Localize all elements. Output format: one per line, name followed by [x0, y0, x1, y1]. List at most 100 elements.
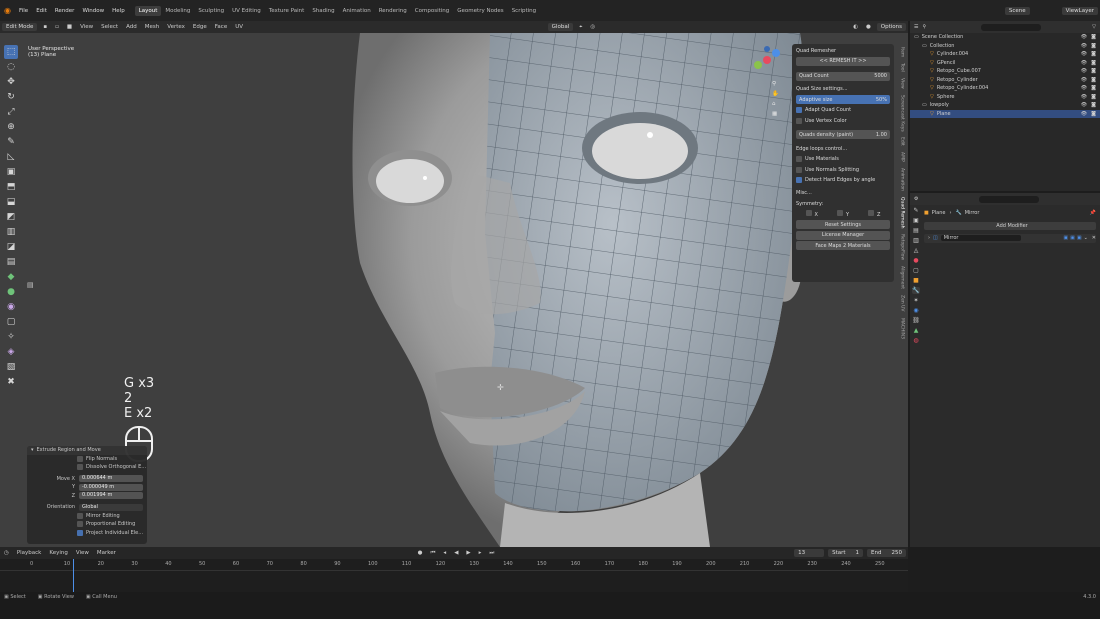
- workspace-tab-geometry-nodes[interactable]: Geometry Nodes: [453, 6, 507, 16]
- modifier-header[interactable]: › ◫ Mirror ▣ ▣ ▣ ⌄ ✕: [924, 234, 1096, 243]
- shear-tool-icon[interactable]: ✧: [4, 330, 18, 344]
- funnel-icon[interactable]: ▽: [1092, 24, 1096, 30]
- workspace-tab-modeling[interactable]: Modeling: [161, 6, 194, 16]
- edge-slide-tool-icon[interactable]: ◉: [4, 300, 18, 314]
- next-key-icon[interactable]: ▸: [475, 550, 486, 556]
- modifier-props-icon[interactable]: 🔧: [912, 287, 920, 294]
- use-normals-checkbox[interactable]: [796, 166, 802, 173]
- particles-props-icon[interactable]: ✶: [913, 297, 918, 304]
- adapt-quad-count-checkbox[interactable]: [796, 107, 802, 113]
- jump-end-icon[interactable]: ⏭: [485, 550, 498, 557]
- sidebar-tab-screencast-keys[interactable]: Screencast Keys: [900, 95, 905, 132]
- render-camera-icon[interactable]: ◙: [1091, 34, 1096, 40]
- move-x-field[interactable]: 0.000644 m: [79, 475, 143, 483]
- tool-props-icon[interactable]: ✎: [913, 207, 918, 214]
- render-camera-icon[interactable]: ◙: [1091, 68, 1096, 74]
- sidebar-tab-machin3[interactable]: MACHIN3: [900, 318, 905, 339]
- inset-tool-icon[interactable]: ⬓: [4, 195, 18, 209]
- end-frame-field[interactable]: End 250: [867, 549, 906, 557]
- physics-props-icon[interactable]: ◉: [913, 307, 918, 314]
- menu-render[interactable]: Render: [51, 8, 79, 14]
- move-tool-icon[interactable]: ✥: [4, 75, 18, 89]
- object-props-icon[interactable]: ■: [913, 277, 919, 284]
- visibility-eye-icon[interactable]: 👁: [1081, 111, 1087, 117]
- menu-file[interactable]: File: [15, 8, 32, 14]
- sidebar-tab-retopoflow[interactable]: RetopoFlow: [900, 234, 905, 260]
- outliner-row[interactable]: ▽ Retopo_Cube.007 👁 ◙: [910, 67, 1100, 76]
- outliner-editor-icon[interactable]: ☰: [914, 24, 918, 30]
- symmetry-y-checkbox[interactable]: [836, 210, 843, 216]
- blender-logo-icon[interactable]: ◉: [0, 6, 15, 15]
- grab-tool-icon[interactable]: ✖: [4, 375, 18, 389]
- camera-icon[interactable]: ⌂: [772, 101, 779, 107]
- edge-select-icon[interactable]: ▫: [51, 24, 63, 30]
- license-manager-button[interactable]: License Manager: [796, 230, 890, 240]
- constraints-props-icon[interactable]: ⛓: [912, 317, 920, 324]
- menu-help[interactable]: Help: [108, 8, 129, 14]
- sidebar-tab-quad-remesh[interactable]: Quad Remesh: [900, 197, 905, 228]
- flip-normals-checkbox[interactable]: [77, 455, 83, 462]
- output-props-icon[interactable]: ▤: [913, 227, 919, 234]
- render-camera-icon[interactable]: ◙: [1091, 60, 1096, 66]
- view-layer-icon[interactable]: ▥: [913, 237, 919, 244]
- header-menu-uv[interactable]: UV: [231, 24, 247, 30]
- ruler-tool-icon[interactable]: ▧: [4, 360, 18, 374]
- workspace-tab-uv-editing[interactable]: UV Editing: [228, 6, 265, 16]
- outliner-row[interactable]: ▽ Plane 👁 ◙: [910, 109, 1100, 118]
- start-frame-field[interactable]: Start 1: [828, 549, 864, 557]
- use-materials-checkbox[interactable]: [796, 156, 802, 162]
- pan-hand-icon[interactable]: ✋: [772, 91, 779, 97]
- shading-solid-icon[interactable]: ●: [862, 24, 875, 30]
- cursor-tool-icon[interactable]: ◌: [4, 60, 18, 74]
- overlays-icon[interactable]: ◐: [849, 24, 862, 30]
- properties-editor-icon[interactable]: ⚙: [914, 196, 918, 202]
- smooth-tool-icon[interactable]: ●: [4, 285, 18, 299]
- marker-menu[interactable]: Marker: [93, 550, 120, 556]
- knife-tool-icon[interactable]: ◪: [4, 240, 18, 254]
- material-props-icon[interactable]: ◍: [913, 337, 918, 344]
- extrude-tool-icon[interactable]: ⬒: [4, 180, 18, 194]
- header-menu-vertex[interactable]: Vertex: [163, 24, 189, 30]
- filter-icon[interactable]: ⚲: [922, 24, 926, 30]
- viewlayer-selector[interactable]: ViewLayer: [1061, 6, 1098, 15]
- dissolve-checkbox[interactable]: [77, 464, 83, 471]
- adaptive-size-slider[interactable]: Adaptive size 50%: [796, 95, 890, 104]
- proportional-checkbox[interactable]: [77, 521, 83, 528]
- menu-edit[interactable]: Edit: [32, 8, 51, 14]
- header-menu-view[interactable]: View: [76, 24, 97, 30]
- viewport-toggle-icon[interactable]: ▣: [1070, 235, 1075, 241]
- properties-search-input[interactable]: [979, 195, 1040, 203]
- prev-key-icon[interactable]: ◂: [439, 550, 450, 556]
- toolbar-toggle-icon[interactable]: ▤: [27, 281, 34, 289]
- expand-icon[interactable]: ›: [928, 235, 930, 241]
- visibility-eye-icon[interactable]: 👁: [1081, 102, 1087, 108]
- outliner-row[interactable]: ▽ Retopo_Cylinder.004 👁 ◙: [910, 84, 1100, 93]
- project-checkbox[interactable]: [77, 529, 83, 536]
- orientation-selector[interactable]: Global: [547, 23, 574, 31]
- face-maps-button[interactable]: Face Maps 2 Materials: [796, 241, 890, 250]
- render-props-icon[interactable]: ▣: [913, 217, 919, 224]
- header-menu-mesh[interactable]: Mesh: [141, 24, 163, 30]
- workspace-tab-rendering[interactable]: Rendering: [375, 6, 411, 16]
- transform-tool-icon[interactable]: ⊕: [4, 120, 18, 134]
- playhead[interactable]: [73, 559, 74, 592]
- outliner-row[interactable]: ▽ Cylinder.004 👁 ◙: [910, 50, 1100, 59]
- outliner-row[interactable]: ▭ lowpoly 👁 ◙: [910, 101, 1100, 110]
- spin-tool-icon[interactable]: ◆: [4, 270, 18, 284]
- modifier-dropdown-icon[interactable]: ⌄: [1084, 235, 1088, 241]
- sidebar-tab-zen-uv[interactable]: Zen UV: [900, 295, 905, 312]
- header-menu-add[interactable]: Add: [122, 24, 141, 30]
- measure-tool-icon[interactable]: ◺: [4, 150, 18, 164]
- outliner-row[interactable]: ▽ Sphere 👁 ◙: [910, 93, 1100, 102]
- workspace-tab-compositing[interactable]: Compositing: [411, 6, 453, 16]
- symmetry-z-checkbox[interactable]: [868, 210, 875, 216]
- visibility-eye-icon[interactable]: 👁: [1081, 68, 1087, 74]
- workspace-tab-animation[interactable]: Animation: [339, 6, 375, 16]
- view-menu[interactable]: View: [72, 550, 93, 556]
- play-icon[interactable]: ▶: [462, 550, 474, 556]
- visibility-eye-icon[interactable]: 👁: [1081, 60, 1087, 66]
- render-camera-icon[interactable]: ◙: [1091, 111, 1096, 117]
- annotate-tool-icon[interactable]: ✎: [4, 135, 18, 149]
- proportional-icon[interactable]: ◎: [586, 24, 599, 30]
- remesh-button[interactable]: << REMESH IT >>: [796, 56, 890, 66]
